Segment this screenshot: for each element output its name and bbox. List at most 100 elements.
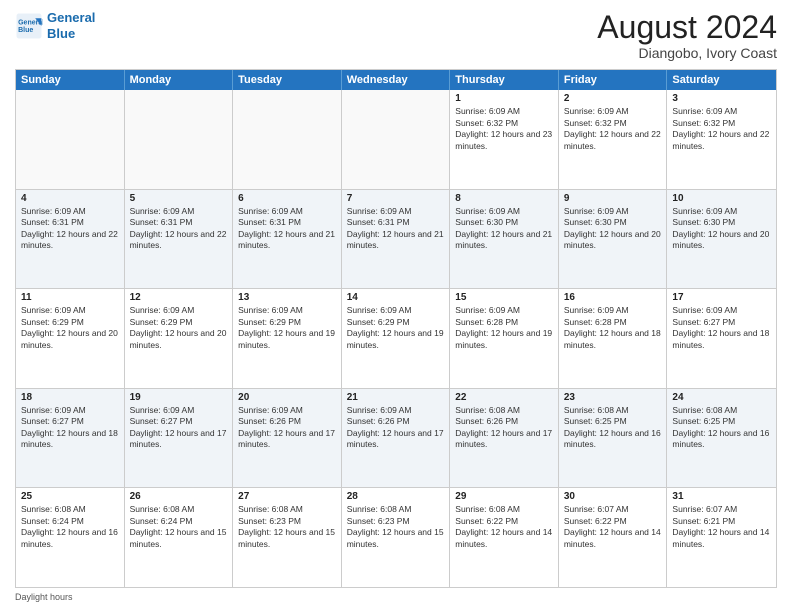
day-detail: Sunrise: 6:09 AMSunset: 6:32 PMDaylight:… (672, 106, 771, 152)
table-row: 24 Sunrise: 6:08 AMSunset: 6:25 PMDaylig… (667, 389, 776, 488)
calendar-body: 1 Sunrise: 6:09 AMSunset: 6:32 PMDayligh… (16, 90, 776, 587)
day-detail: Sunrise: 6:09 AMSunset: 6:29 PMDaylight:… (238, 305, 336, 351)
table-row: 31 Sunrise: 6:07 AMSunset: 6:21 PMDaylig… (667, 488, 776, 587)
day-number: 20 (238, 392, 336, 403)
day-number: 6 (238, 193, 336, 204)
table-row (125, 90, 234, 189)
day-number: 4 (21, 193, 119, 204)
logo: General Blue General Blue (15, 10, 95, 41)
table-row: 9 Sunrise: 6:09 AMSunset: 6:30 PMDayligh… (559, 190, 668, 289)
table-row (16, 90, 125, 189)
day-detail: Sunrise: 6:08 AMSunset: 6:26 PMDaylight:… (455, 405, 553, 451)
table-row: 29 Sunrise: 6:08 AMSunset: 6:22 PMDaylig… (450, 488, 559, 587)
day-detail: Sunrise: 6:09 AMSunset: 6:29 PMDaylight:… (130, 305, 228, 351)
day-detail: Sunrise: 6:09 AMSunset: 6:27 PMDaylight:… (21, 405, 119, 451)
day-number: 31 (672, 491, 771, 502)
day-number: 12 (130, 292, 228, 303)
table-row: 5 Sunrise: 6:09 AMSunset: 6:31 PMDayligh… (125, 190, 234, 289)
table-row: 3 Sunrise: 6:09 AMSunset: 6:32 PMDayligh… (667, 90, 776, 189)
svg-text:Blue: Blue (18, 27, 33, 34)
header: General Blue General Blue August 2024 Di… (15, 10, 777, 61)
logo-text: General Blue (47, 10, 95, 41)
table-row: 6 Sunrise: 6:09 AMSunset: 6:31 PMDayligh… (233, 190, 342, 289)
day-detail: Sunrise: 6:08 AMSunset: 6:25 PMDaylight:… (672, 405, 771, 451)
cal-week-row: 1 Sunrise: 6:09 AMSunset: 6:32 PMDayligh… (16, 90, 776, 189)
table-row: 30 Sunrise: 6:07 AMSunset: 6:22 PMDaylig… (559, 488, 668, 587)
day-number: 18 (21, 392, 119, 403)
calendar-subtitle: Diangobo, Ivory Coast (597, 45, 777, 61)
calendar-header: Sunday Monday Tuesday Wednesday Thursday… (16, 70, 776, 90)
title-block: August 2024 Diangobo, Ivory Coast (597, 10, 777, 61)
table-row: 22 Sunrise: 6:08 AMSunset: 6:26 PMDaylig… (450, 389, 559, 488)
day-number: 9 (564, 193, 662, 204)
logo-line1: General (47, 10, 95, 25)
day-number: 17 (672, 292, 771, 303)
day-detail: Sunrise: 6:09 AMSunset: 6:30 PMDaylight:… (564, 206, 662, 252)
col-thursday: Thursday (450, 70, 559, 90)
day-detail: Sunrise: 6:08 AMSunset: 6:23 PMDaylight:… (238, 504, 336, 550)
day-detail: Sunrise: 6:09 AMSunset: 6:26 PMDaylight:… (238, 405, 336, 451)
logo-line2: Blue (47, 26, 75, 41)
day-number: 23 (564, 392, 662, 403)
day-number: 10 (672, 193, 771, 204)
table-row: 11 Sunrise: 6:09 AMSunset: 6:29 PMDaylig… (16, 289, 125, 388)
day-number: 30 (564, 491, 662, 502)
col-tuesday: Tuesday (233, 70, 342, 90)
table-row: 21 Sunrise: 6:09 AMSunset: 6:26 PMDaylig… (342, 389, 451, 488)
table-row: 14 Sunrise: 6:09 AMSunset: 6:29 PMDaylig… (342, 289, 451, 388)
day-detail: Sunrise: 6:09 AMSunset: 6:28 PMDaylight:… (564, 305, 662, 351)
table-row: 20 Sunrise: 6:09 AMSunset: 6:26 PMDaylig… (233, 389, 342, 488)
day-detail: Sunrise: 6:09 AMSunset: 6:27 PMDaylight:… (130, 405, 228, 451)
day-detail: Sunrise: 6:09 AMSunset: 6:26 PMDaylight:… (347, 405, 445, 451)
col-wednesday: Wednesday (342, 70, 451, 90)
col-friday: Friday (559, 70, 668, 90)
day-detail: Sunrise: 6:09 AMSunset: 6:31 PMDaylight:… (21, 206, 119, 252)
cal-week-row: 25 Sunrise: 6:08 AMSunset: 6:24 PMDaylig… (16, 487, 776, 587)
table-row: 16 Sunrise: 6:09 AMSunset: 6:28 PMDaylig… (559, 289, 668, 388)
table-row: 7 Sunrise: 6:09 AMSunset: 6:31 PMDayligh… (342, 190, 451, 289)
day-number: 11 (21, 292, 119, 303)
cal-week-row: 11 Sunrise: 6:09 AMSunset: 6:29 PMDaylig… (16, 288, 776, 388)
day-number: 5 (130, 193, 228, 204)
table-row: 15 Sunrise: 6:09 AMSunset: 6:28 PMDaylig… (450, 289, 559, 388)
day-detail: Sunrise: 6:09 AMSunset: 6:32 PMDaylight:… (455, 106, 553, 152)
table-row: 18 Sunrise: 6:09 AMSunset: 6:27 PMDaylig… (16, 389, 125, 488)
col-sunday: Sunday (16, 70, 125, 90)
day-detail: Sunrise: 6:09 AMSunset: 6:30 PMDaylight:… (455, 206, 553, 252)
day-number: 15 (455, 292, 553, 303)
day-number: 14 (347, 292, 445, 303)
day-number: 21 (347, 392, 445, 403)
table-row: 19 Sunrise: 6:09 AMSunset: 6:27 PMDaylig… (125, 389, 234, 488)
day-number: 28 (347, 491, 445, 502)
day-detail: Sunrise: 6:08 AMSunset: 6:24 PMDaylight:… (21, 504, 119, 550)
day-detail: Sunrise: 6:08 AMSunset: 6:23 PMDaylight:… (347, 504, 445, 550)
day-number: 13 (238, 292, 336, 303)
footer-note: Daylight hours (15, 592, 777, 602)
day-detail: Sunrise: 6:08 AMSunset: 6:24 PMDaylight:… (130, 504, 228, 550)
day-detail: Sunrise: 6:09 AMSunset: 6:28 PMDaylight:… (455, 305, 553, 351)
day-detail: Sunrise: 6:08 AMSunset: 6:22 PMDaylight:… (455, 504, 553, 550)
table-row (233, 90, 342, 189)
day-detail: Sunrise: 6:07 AMSunset: 6:21 PMDaylight:… (672, 504, 771, 550)
day-number: 16 (564, 292, 662, 303)
page: General Blue General Blue August 2024 Di… (0, 0, 792, 612)
day-number: 29 (455, 491, 553, 502)
day-number: 1 (455, 93, 553, 104)
day-number: 26 (130, 491, 228, 502)
day-number: 22 (455, 392, 553, 403)
table-row: 13 Sunrise: 6:09 AMSunset: 6:29 PMDaylig… (233, 289, 342, 388)
day-number: 19 (130, 392, 228, 403)
calendar-title: August 2024 (597, 10, 777, 45)
col-saturday: Saturday (667, 70, 776, 90)
day-number: 27 (238, 491, 336, 502)
table-row: 1 Sunrise: 6:09 AMSunset: 6:32 PMDayligh… (450, 90, 559, 189)
day-detail: Sunrise: 6:09 AMSunset: 6:29 PMDaylight:… (347, 305, 445, 351)
logo-icon: General Blue (15, 12, 43, 40)
table-row: 12 Sunrise: 6:09 AMSunset: 6:29 PMDaylig… (125, 289, 234, 388)
day-detail: Sunrise: 6:09 AMSunset: 6:31 PMDaylight:… (347, 206, 445, 252)
table-row (342, 90, 451, 189)
col-monday: Monday (125, 70, 234, 90)
day-number: 7 (347, 193, 445, 204)
day-detail: Sunrise: 6:09 AMSunset: 6:32 PMDaylight:… (564, 106, 662, 152)
day-detail: Sunrise: 6:09 AMSunset: 6:27 PMDaylight:… (672, 305, 771, 351)
